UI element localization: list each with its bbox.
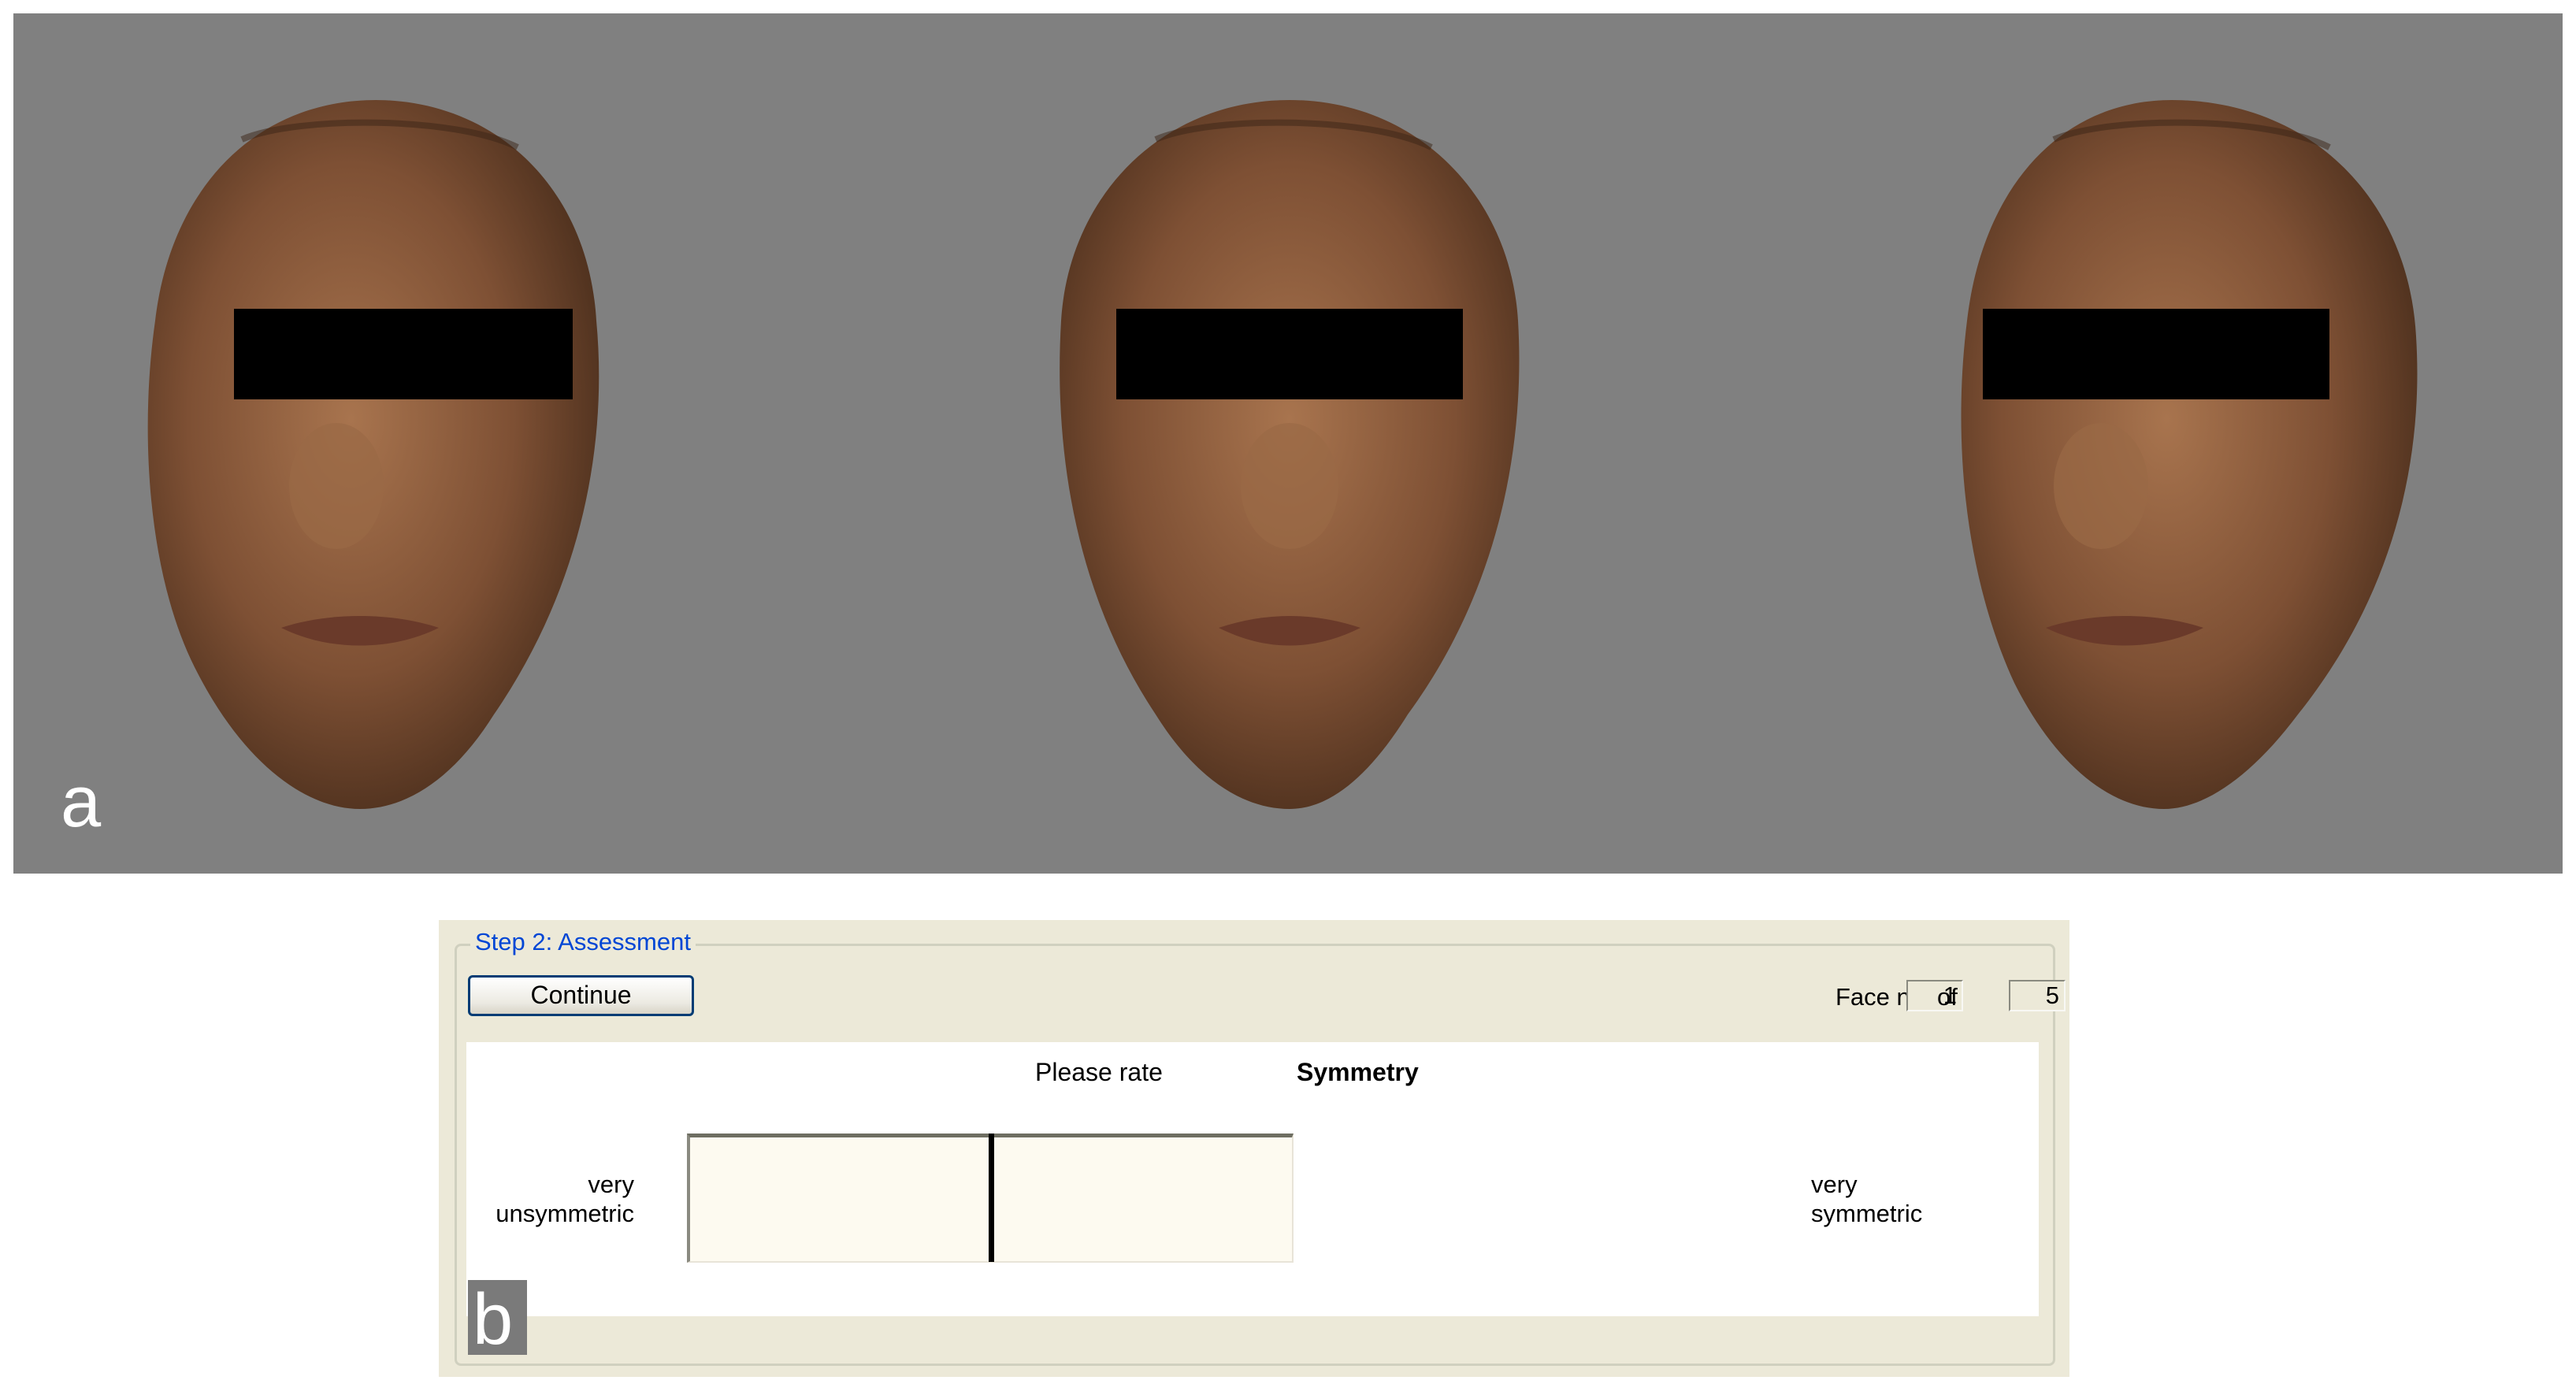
face-total-value: 5	[2009, 980, 2066, 1011]
panel-a-label: a	[61, 762, 102, 842]
scale-right-label: very symmetric	[1811, 1170, 1922, 1228]
scale-left-label-line1: very	[588, 1171, 634, 1198]
face-photo-icon	[147, 100, 599, 809]
original-face-image	[1037, 84, 1542, 840]
scale-right-label-line1: very	[1811, 1171, 1858, 1198]
panel-b-label: b	[473, 1279, 514, 1360]
rating-area: Please rate Symmetry very unsymmetric ve…	[466, 1042, 2039, 1316]
scale-left-label: very unsymmetric	[490, 1170, 634, 1228]
groupbox-title: Step 2: Assessment	[470, 928, 696, 956]
continue-button[interactable]: Continue	[468, 975, 694, 1016]
face-photo-icon	[1961, 100, 2418, 809]
rating-prompt: Please rate	[1035, 1058, 1163, 1086]
scale-left-label-line2: unsymmetric	[496, 1200, 634, 1227]
left-face-image	[124, 84, 628, 840]
right-face-image	[1936, 84, 2440, 840]
rated-attribute: Symmetry	[1297, 1058, 1419, 1086]
assessment-dialog: Step 2: Assessment Continue Face nr. 1 o…	[439, 920, 2069, 1377]
of-label: of	[1937, 983, 1958, 1011]
face-stimuli-panel: a	[13, 13, 2563, 874]
panel-b-label-box: b	[468, 1279, 527, 1360]
scale-right-label-line2: symmetric	[1811, 1200, 1923, 1227]
face-photo-icon	[1060, 100, 1520, 809]
rating-marker[interactable]	[989, 1134, 994, 1262]
symmetry-rating-slider[interactable]	[687, 1134, 1294, 1263]
